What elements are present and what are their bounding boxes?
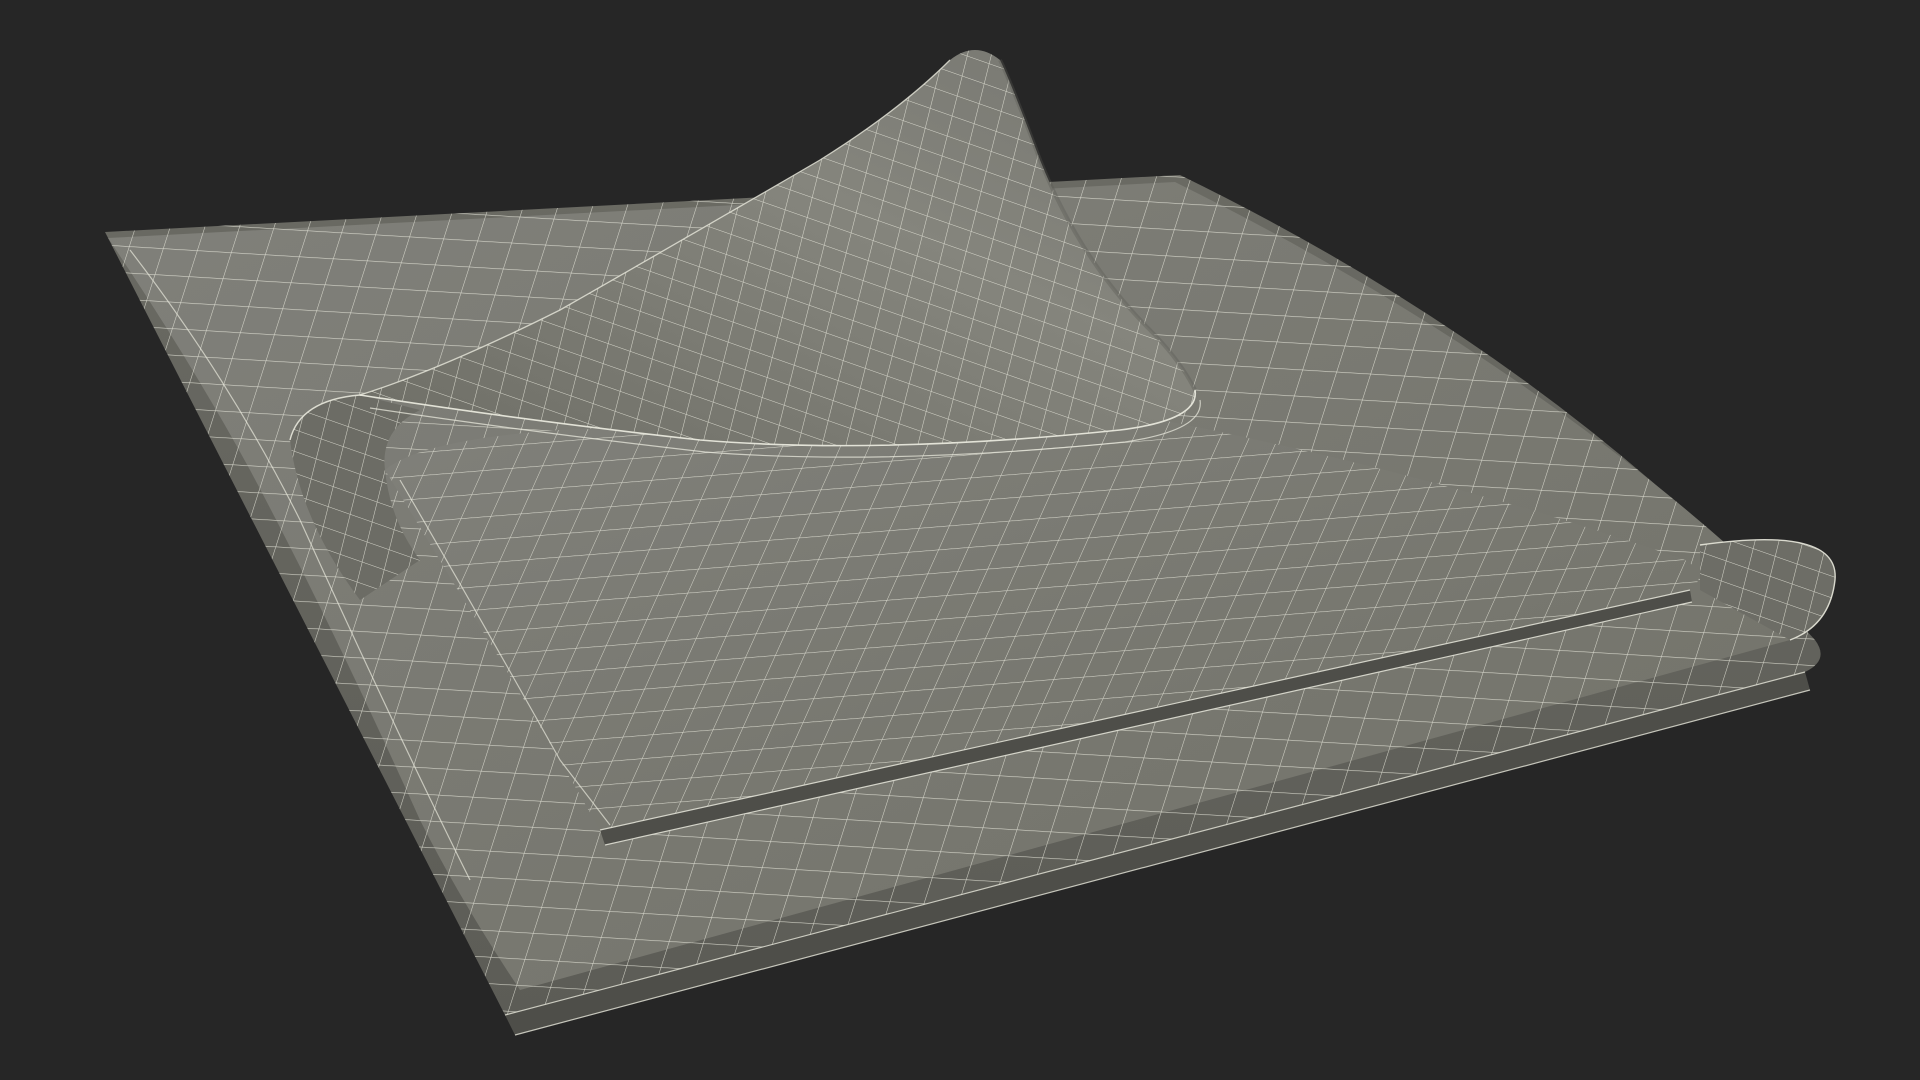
cloth-render <box>105 50 1836 1036</box>
render-viewport <box>0 0 1920 1080</box>
